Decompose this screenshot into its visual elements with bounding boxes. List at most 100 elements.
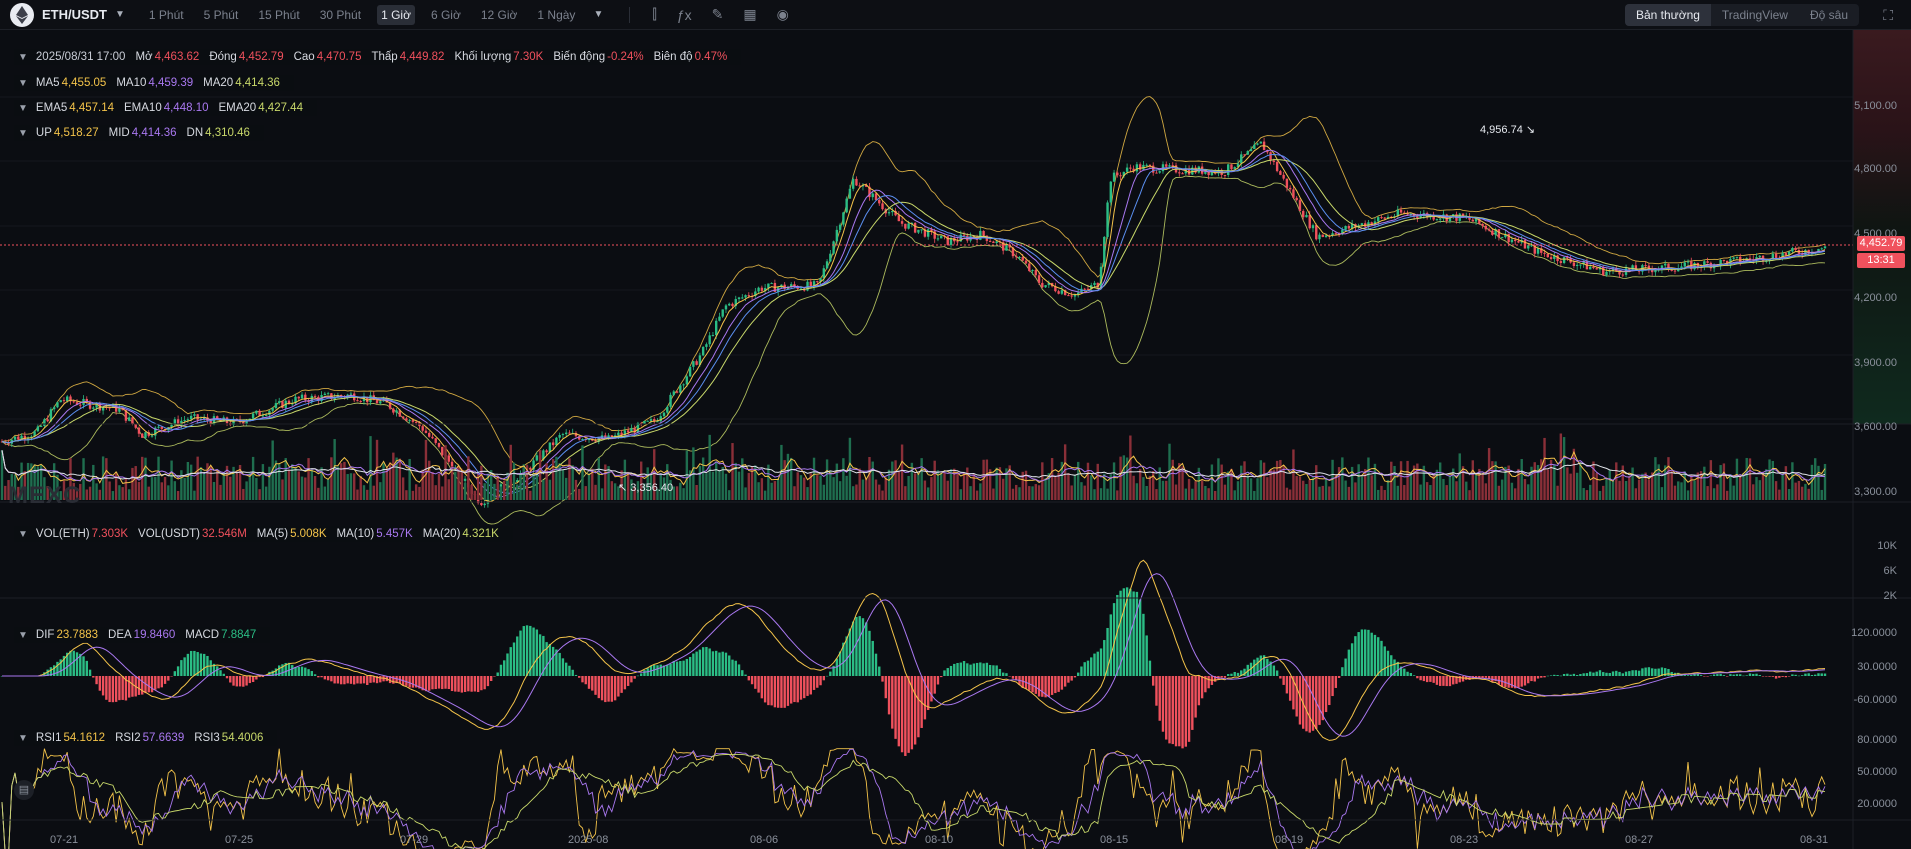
volume-bar bbox=[294, 467, 297, 500]
timeframe-6h[interactable]: 6 Giờ bbox=[427, 5, 465, 25]
macd-bar bbox=[574, 674, 578, 676]
volume-bar bbox=[287, 469, 291, 500]
candle-body bbox=[1321, 234, 1324, 237]
macd-bar bbox=[424, 676, 428, 692]
macd-bar bbox=[685, 658, 689, 676]
rsi1-label: RSI1 bbox=[35, 732, 62, 744]
volume-bar bbox=[803, 477, 806, 500]
macd-bar bbox=[597, 676, 600, 699]
candle-body bbox=[1438, 218, 1442, 220]
timeframe-1d[interactable]: 1 Ngày bbox=[533, 5, 579, 25]
draw-icon[interactable]: ✎ bbox=[712, 6, 724, 23]
timeframe-1h[interactable]: 1 Giờ bbox=[377, 4, 415, 25]
volume-bar bbox=[1693, 480, 1696, 500]
timeframe-1m[interactable]: 1 Phút bbox=[145, 5, 188, 25]
macd-bar bbox=[1266, 658, 1269, 676]
macd-bar bbox=[564, 662, 568, 676]
candle-body bbox=[917, 229, 920, 233]
macd-bar bbox=[985, 662, 989, 676]
collapse-chevron-icon[interactable]: ▼ bbox=[18, 103, 28, 114]
volume-bar bbox=[346, 474, 349, 500]
timeframe-12h[interactable]: 12 Giờ bbox=[477, 5, 522, 25]
indicator-icon[interactable]: ƒx bbox=[677, 7, 692, 23]
macd-bar bbox=[571, 669, 574, 676]
layout-icon[interactable]: ▦ bbox=[743, 6, 756, 23]
view-depth-button[interactable]: Độ sâu bbox=[1799, 4, 1859, 26]
macd-bar bbox=[1363, 629, 1367, 676]
macd-bar bbox=[972, 663, 976, 676]
macd-bar bbox=[1220, 676, 1223, 678]
macd-bar bbox=[1178, 676, 1181, 747]
symbol-dropdown-icon[interactable]: ▼ bbox=[115, 9, 125, 20]
vol-usdt-value: 32.546M bbox=[202, 528, 247, 540]
volume-bar bbox=[855, 484, 858, 500]
timeframe-5m[interactable]: 5 Phút bbox=[200, 5, 243, 25]
chart-canvas[interactable] bbox=[0, 30, 1911, 849]
timeframe-15m[interactable]: 15 Phút bbox=[254, 5, 303, 25]
volume-bar bbox=[1438, 462, 1442, 500]
candle-body bbox=[1204, 171, 1207, 174]
symbol-title[interactable]: ETH/USDT bbox=[42, 7, 107, 22]
volume-bar bbox=[763, 490, 767, 500]
timeframe-30m[interactable]: 30 Phút bbox=[316, 5, 365, 25]
macd-bar bbox=[1142, 613, 1145, 676]
macd-bar bbox=[304, 667, 307, 676]
candle-body bbox=[1103, 236, 1106, 267]
timeframe-dropdown-icon[interactable]: ▼ bbox=[593, 9, 603, 20]
macd-bar bbox=[1569, 674, 1572, 676]
candle-body bbox=[1722, 259, 1726, 261]
collapse-chevron-icon[interactable]: ▼ bbox=[18, 52, 28, 63]
macd-bar bbox=[1194, 676, 1197, 718]
candle-body bbox=[995, 241, 998, 244]
candle-body bbox=[1060, 290, 1064, 294]
macd-bar bbox=[245, 676, 248, 686]
collapse-chevron-icon[interactable]: ▼ bbox=[18, 529, 28, 540]
volume-bar bbox=[1817, 465, 1820, 500]
candle-body bbox=[568, 432, 571, 434]
candle-body bbox=[757, 287, 760, 292]
volume-bar bbox=[600, 488, 604, 500]
macd-bar bbox=[1034, 676, 1037, 694]
view-tradingview-button[interactable]: TradingView bbox=[1711, 4, 1799, 26]
rsi-tick: 50.0000 bbox=[1857, 766, 1897, 778]
macd-bar bbox=[454, 676, 457, 692]
volume-bar bbox=[930, 477, 933, 500]
macd-bar bbox=[829, 671, 832, 676]
volume-bar bbox=[1210, 464, 1214, 500]
camera-icon[interactable]: ◉ bbox=[777, 6, 789, 23]
volume-bar bbox=[574, 479, 578, 500]
macd-bar bbox=[780, 676, 783, 708]
chart-area[interactable] bbox=[0, 30, 1911, 849]
collapse-chevron-icon[interactable]: ▼ bbox=[18, 78, 28, 89]
volume-bar bbox=[825, 459, 829, 500]
candle-body bbox=[274, 403, 278, 409]
macd-bar bbox=[167, 676, 170, 681]
candle-body bbox=[956, 241, 959, 243]
volume-bar bbox=[578, 488, 581, 500]
macd-bar bbox=[1536, 676, 1540, 679]
macd-bar bbox=[1644, 667, 1647, 676]
macd-bar bbox=[349, 676, 353, 684]
candle-type-icon[interactable]: ⫿ bbox=[652, 6, 656, 23]
volume-bar bbox=[1774, 481, 1778, 500]
macd-bar bbox=[1735, 674, 1739, 676]
macd-bar bbox=[943, 670, 946, 676]
view-standard-button[interactable]: Bản thường bbox=[1624, 4, 1711, 26]
calendar-jump-icon[interactable]: ▤ bbox=[14, 780, 34, 800]
volume-bar bbox=[193, 490, 196, 500]
macd-bar bbox=[1200, 676, 1204, 699]
fullscreen-icon[interactable]: ⛶ bbox=[1883, 7, 1893, 24]
volume-bar bbox=[522, 464, 525, 500]
volume-bar bbox=[300, 476, 304, 500]
macd-bar bbox=[1135, 591, 1139, 676]
volume-bar bbox=[790, 457, 793, 500]
collapse-chevron-icon[interactable]: ▼ bbox=[18, 630, 28, 641]
collapse-chevron-icon[interactable]: ▼ bbox=[18, 733, 28, 744]
macd-tick: -60.0000 bbox=[1853, 694, 1897, 706]
candle-body bbox=[137, 427, 141, 434]
candle-body bbox=[1487, 229, 1491, 231]
volume-bar bbox=[1406, 460, 1409, 500]
collapse-chevron-icon[interactable]: ▼ bbox=[18, 128, 28, 139]
macd-bar bbox=[1683, 675, 1686, 676]
candle-body bbox=[1820, 248, 1823, 250]
